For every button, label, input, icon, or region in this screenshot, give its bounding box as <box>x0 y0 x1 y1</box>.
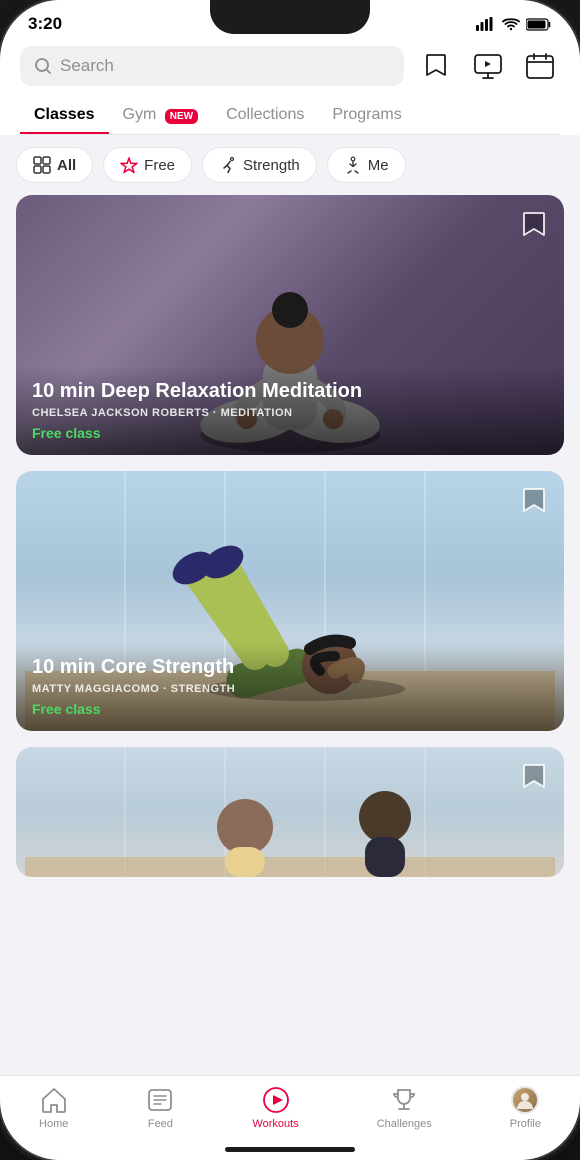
play-header-icon[interactable] <box>468 46 508 86</box>
bookmark-card2-icon <box>523 487 545 515</box>
grid-icon <box>33 156 51 174</box>
nav-workouts[interactable]: Workouts <box>252 1086 298 1130</box>
nav-challenges-label: Challenges <box>377 1118 432 1130</box>
tab-gym[interactable]: Gym NEW <box>109 96 213 134</box>
yoga-icon <box>344 156 362 174</box>
third-bg <box>16 747 564 877</box>
bookmark-card3-icon <box>523 763 545 791</box>
bookmark-header-icon[interactable] <box>416 46 456 86</box>
screen-play-icon <box>474 52 502 80</box>
card-badge-strength: Free class <box>32 701 548 717</box>
nav-workouts-label: Workouts <box>252 1118 298 1130</box>
filter-all[interactable]: All <box>16 147 93 183</box>
bookmark-icon <box>425 53 447 79</box>
tab-classes[interactable]: Classes <box>20 96 109 134</box>
status-icons <box>476 17 552 31</box>
tab-programs[interactable]: Programs <box>318 96 415 134</box>
bookmark-card-icon <box>523 211 545 239</box>
card-title-meditation: 10 min Deep Relaxation Meditation <box>32 380 548 403</box>
card-strength[interactable]: 10 min Core Strength MATTY MAGGIACOMO · … <box>16 471 564 731</box>
card-subtitle-meditation: CHELSEA JACKSON ROBERTS · MEDITATION <box>32 407 548 419</box>
new-badge: NEW <box>165 109 198 124</box>
card-image-meditation: 10 min Deep Relaxation Meditation CHELSE… <box>16 195 564 455</box>
wifi-icon <box>502 17 520 31</box>
nav-feed-label: Feed <box>148 1118 173 1130</box>
signal-icon <box>476 17 496 31</box>
third-person <box>16 747 564 877</box>
card-image-strength: 10 min Core Strength MATTY MAGGIACOMO · … <box>16 471 564 731</box>
home-indicator <box>225 1147 355 1152</box>
home-icon <box>40 1086 68 1114</box>
search-icon <box>34 57 52 75</box>
search-bar-row: Search <box>20 46 560 86</box>
card-info-meditation: 10 min Deep Relaxation Meditation CHELSE… <box>16 366 564 455</box>
filter-me[interactable]: Me <box>327 147 406 183</box>
card-third[interactable] <box>16 747 564 877</box>
nav-challenges[interactable]: Challenges <box>377 1086 432 1130</box>
status-time: 3:20 <box>28 14 62 34</box>
bookmark-card2[interactable] <box>518 485 550 517</box>
star-icon <box>120 156 138 174</box>
header: Search <box>0 38 580 135</box>
workouts-icon <box>262 1086 290 1114</box>
phone-frame: 3:20 <box>0 0 580 1160</box>
feed-icon <box>146 1086 174 1114</box>
card-info-strength: 10 min Core Strength MATTY MAGGIACOMO · … <box>16 642 564 731</box>
calendar-icon <box>526 52 554 80</box>
search-bar[interactable]: Search <box>20 46 404 86</box>
nav-home[interactable]: Home <box>39 1086 68 1130</box>
profile-avatar-icon <box>511 1086 539 1114</box>
nav-feed[interactable]: Feed <box>146 1086 174 1130</box>
filter-free[interactable]: Free <box>103 147 192 183</box>
tabs-row: Classes Gym NEW Collections Programs <box>20 96 560 135</box>
bookmark-card1[interactable] <box>518 209 550 241</box>
nav-profile-label: Profile <box>510 1118 541 1130</box>
content-area: 10 min Deep Relaxation Meditation CHELSE… <box>0 195 580 1075</box>
search-placeholder: Search <box>60 56 114 76</box>
card-badge-meditation: Free class <box>32 425 548 441</box>
card-meditation[interactable]: 10 min Deep Relaxation Meditation CHELSE… <box>16 195 564 455</box>
card-title-strength: 10 min Core Strength <box>32 656 548 679</box>
phone-screen: 3:20 <box>0 0 580 1160</box>
filter-row: All Free Strength <box>0 135 580 195</box>
battery-icon <box>526 18 552 31</box>
nav-home-label: Home <box>39 1118 68 1130</box>
calendar-header-icon[interactable] <box>520 46 560 86</box>
card-subtitle-strength: MATTY MAGGIACOMO · STRENGTH <box>32 683 548 695</box>
nav-profile[interactable]: Profile <box>510 1086 541 1130</box>
trophy-icon <box>390 1086 418 1114</box>
card-image-third <box>16 747 564 877</box>
tab-collections[interactable]: Collections <box>212 96 318 134</box>
filter-strength[interactable]: Strength <box>202 147 317 183</box>
notch <box>210 0 370 34</box>
bookmark-card3[interactable] <box>518 761 550 793</box>
run-icon <box>219 156 237 174</box>
